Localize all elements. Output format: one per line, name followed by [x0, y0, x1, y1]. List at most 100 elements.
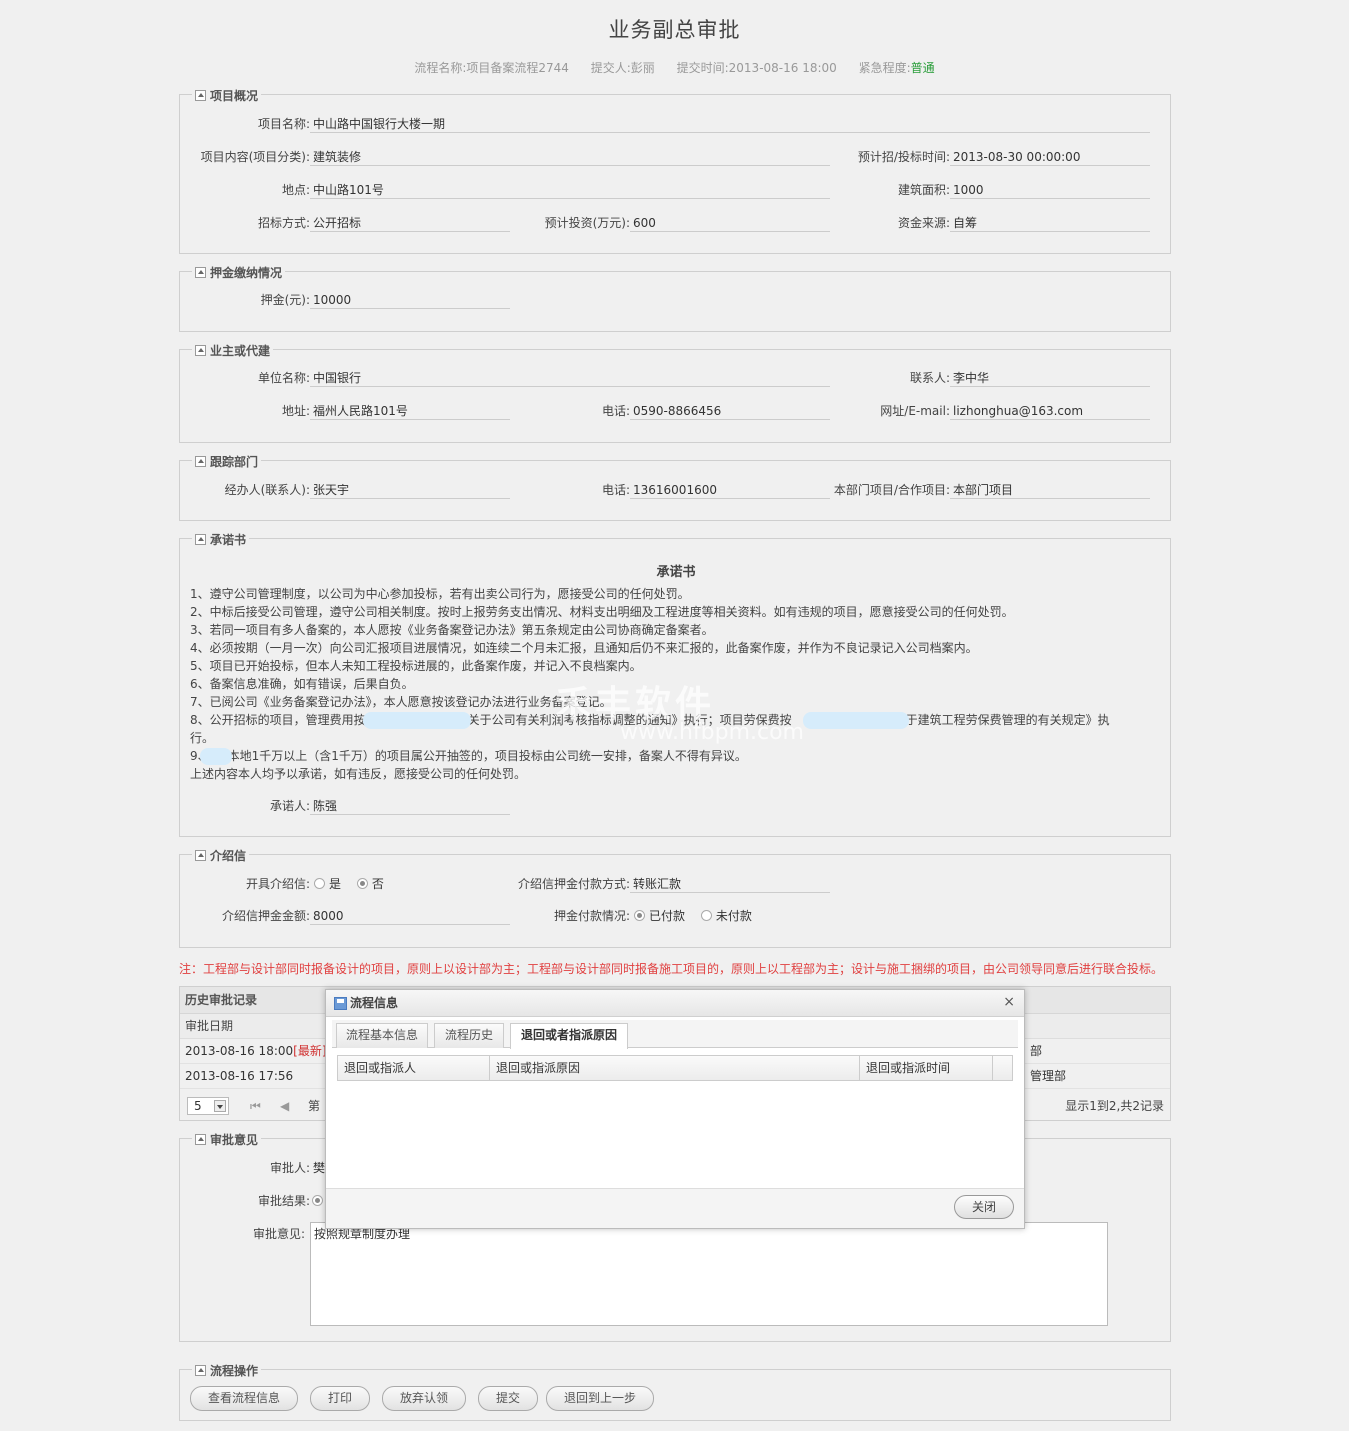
chevron-down-icon[interactable] [214, 1100, 226, 1112]
pay-status-radio-group: 已付款 未付款 [630, 907, 752, 925]
return-step-button[interactable]: 退回到上一步 [546, 1386, 654, 1411]
page-info: 显示1到2,共2记录 [1065, 1099, 1164, 1113]
column-header-reason[interactable]: 退回或指派原因 [490, 1056, 860, 1080]
tab-basic-info[interactable]: 流程基本信息 [336, 1023, 428, 1048]
collapse-icon[interactable] [195, 267, 206, 278]
pledge-legend[interactable]: 承诺书 [192, 531, 250, 548]
collapse-icon[interactable] [195, 1134, 206, 1145]
page-size-select[interactable]: 5 [187, 1097, 229, 1115]
handler-field: 经办人(联系人): 张天宇 [180, 481, 510, 499]
label: 地点: [281, 183, 310, 197]
flow-name: 流程名称:项目备案流程2744 [414, 61, 569, 75]
unpaid-radio[interactable] [700, 910, 712, 921]
view-flow-info-button[interactable]: 查看流程信息 [190, 1386, 298, 1411]
label: 招标方式: [257, 216, 310, 230]
signer-value: 陈强 [310, 797, 510, 815]
bid-time-value: 2013-08-30 00:00:00 [950, 148, 1150, 166]
tracking-legend[interactable]: 跟踪部门 [192, 453, 262, 470]
column-header-time[interactable]: 退回或指派时间 [860, 1056, 993, 1080]
label: 电话: [601, 404, 630, 418]
issue-no-radio[interactable] [356, 878, 368, 889]
project-name-field: 项目名称: 中山路中国银行大楼一期 [180, 115, 1150, 133]
flow-info-dialog: 流程信息 × 流程基本信息 流程历史 退回或者指派原因 退回或指派人 退回或指派… [325, 989, 1025, 1229]
reason-table-header: 退回或指派人 退回或指派原因 退回或指派时间 [337, 1055, 1013, 1081]
approver-field: 审批人: 樊 [180, 1159, 325, 1177]
first-page-icon[interactable]: ⏮ [250, 1092, 261, 1120]
label: 承诺人: [269, 799, 310, 813]
dialog-header[interactable]: 流程信息 [326, 990, 1024, 1017]
label: 项目名称: [257, 117, 310, 131]
issue-radio-group: 是 否 [310, 875, 384, 893]
pledge-line: 2、中标后接受公司管理，遵守公司相关制度。按时上报劳务支出情况、材料支出明细及工… [190, 605, 1014, 619]
label: 地址: [281, 404, 310, 418]
radio-label: 未付款 [715, 909, 752, 923]
intro-legend[interactable]: 介绍信 [192, 847, 250, 864]
urgency: 紧急程度:普通 [859, 61, 935, 75]
area-value: 1000 [950, 181, 1150, 199]
submit-time: 提交时间:2013-08-16 18:00 [676, 61, 837, 75]
signer-field: 承诺人: 陈强 [180, 797, 510, 815]
web-email-value: lizhonghua@163.com [950, 402, 1150, 420]
close-icon[interactable]: × [1003, 994, 1015, 1010]
intro-letter-section: 介绍信 开具介绍信: 是 否 介绍信押金付款方式: 转账汇款 介绍信押金金额: 80… [179, 847, 1171, 948]
intro-amount-value: 8000 [310, 907, 510, 925]
opinion-textarea[interactable]: 按照规章制度办理 [310, 1222, 1108, 1326]
unit-name-value: 中国银行 [310, 369, 830, 387]
label: 联系人: [909, 371, 950, 385]
owner-legend[interactable]: 业主或代建 [192, 342, 274, 359]
deposit-legend[interactable]: 押金缴纳情况 [192, 264, 286, 281]
overview-legend[interactable]: 项目概况 [192, 87, 262, 104]
location-field: 地点: 中山路101号 [180, 181, 830, 199]
result-radio[interactable] [312, 1195, 323, 1206]
column-header-person[interactable]: 退回或指派人 [338, 1056, 490, 1080]
pledge-line: 9、 本地1千万以上（含1千万）的项目属公开抽签的，项目投标由公司统一安排，备案… [190, 749, 747, 763]
row-dept: 管理部 [1030, 1069, 1067, 1083]
project-type-value: 本部门项目 [950, 481, 1150, 499]
flow-ops-legend[interactable]: 流程操作 [192, 1362, 262, 1379]
pledge-line: 4、必须按期（一月一次）向公司汇报项目进展情况，如连续二个月未汇报，且通知后仍不… [190, 641, 978, 655]
page-size-value: 5 [194, 1099, 202, 1113]
collapse-icon[interactable] [195, 1365, 206, 1376]
row-date: 2013-08-16 18:00 [185, 1044, 294, 1058]
deposit-value: 10000 [310, 291, 510, 309]
label: 经办人(联系人): [224, 483, 310, 497]
legend-text: 审批意见 [210, 1133, 259, 1147]
project-type-field: 本部门项目/合作项目: 本部门项目 [780, 481, 1150, 499]
submit-button[interactable]: 提交 [478, 1386, 538, 1411]
legend-text: 跟踪部门 [210, 455, 259, 469]
issue-letter-field: 开具介绍信: 是 否 [180, 875, 384, 893]
contact-field: 联系人: 李中华 [830, 369, 1150, 387]
collapse-icon[interactable] [195, 850, 206, 861]
tab-return-reason[interactable]: 退回或者指派原因 [510, 1023, 628, 1049]
issue-yes-radio[interactable] [314, 878, 325, 889]
flow-meta: 流程名称:项目备案流程2744 提交人:彭丽 提交时间:2013-08-16 1… [0, 59, 1349, 76]
label: 审批人: [269, 1161, 310, 1175]
rule-note: 注：工程部与设计部同时报备设计的项目，原则上以设计部为主；工程部与设计部同时报备… [179, 962, 1164, 976]
label: 审批结果: [257, 1194, 310, 1208]
abandon-claim-button[interactable]: 放弃认领 [382, 1386, 466, 1411]
dialog-title: 流程信息 [350, 995, 399, 1010]
collapse-icon[interactable] [195, 90, 206, 101]
project-content-value: 建筑装修 [310, 148, 830, 166]
dialog-footer: 关闭 [326, 1188, 1024, 1228]
collapse-icon[interactable] [195, 345, 206, 356]
flow-ops-section: 流程操作 查看流程信息 打印 放弃认领 提交 退回到上一步 [179, 1362, 1171, 1421]
row-date: 2013-08-16 17:56 [185, 1069, 294, 1083]
label: 电话: [601, 483, 630, 497]
owner-phone-value: 0590-8866456 [630, 402, 830, 420]
paid-radio[interactable] [634, 910, 645, 921]
collapse-icon[interactable] [195, 534, 206, 545]
tab-flow-history[interactable]: 流程历史 [434, 1023, 504, 1048]
radio-label: 是 [329, 877, 342, 891]
label: 介绍信押金金额: [221, 909, 310, 923]
label: 项目内容(项目分类): [200, 150, 310, 164]
collapse-icon[interactable] [195, 456, 206, 467]
prev-page-icon[interactable]: ◀ [280, 1092, 289, 1120]
pay-status-field: 押金付款情况: 已付款 未付款 [510, 907, 752, 925]
pledge-line: 1、遵守公司管理制度，以公司为中心参加投标，若有出卖公司行为，愿接受公司的任何处… [190, 587, 690, 601]
close-button[interactable]: 关闭 [954, 1195, 1014, 1219]
label: 单位名称: [257, 371, 310, 385]
approval-legend[interactable]: 审批意见 [192, 1131, 262, 1148]
urgency-value: 普通 [910, 61, 935, 75]
print-button[interactable]: 打印 [310, 1386, 370, 1411]
